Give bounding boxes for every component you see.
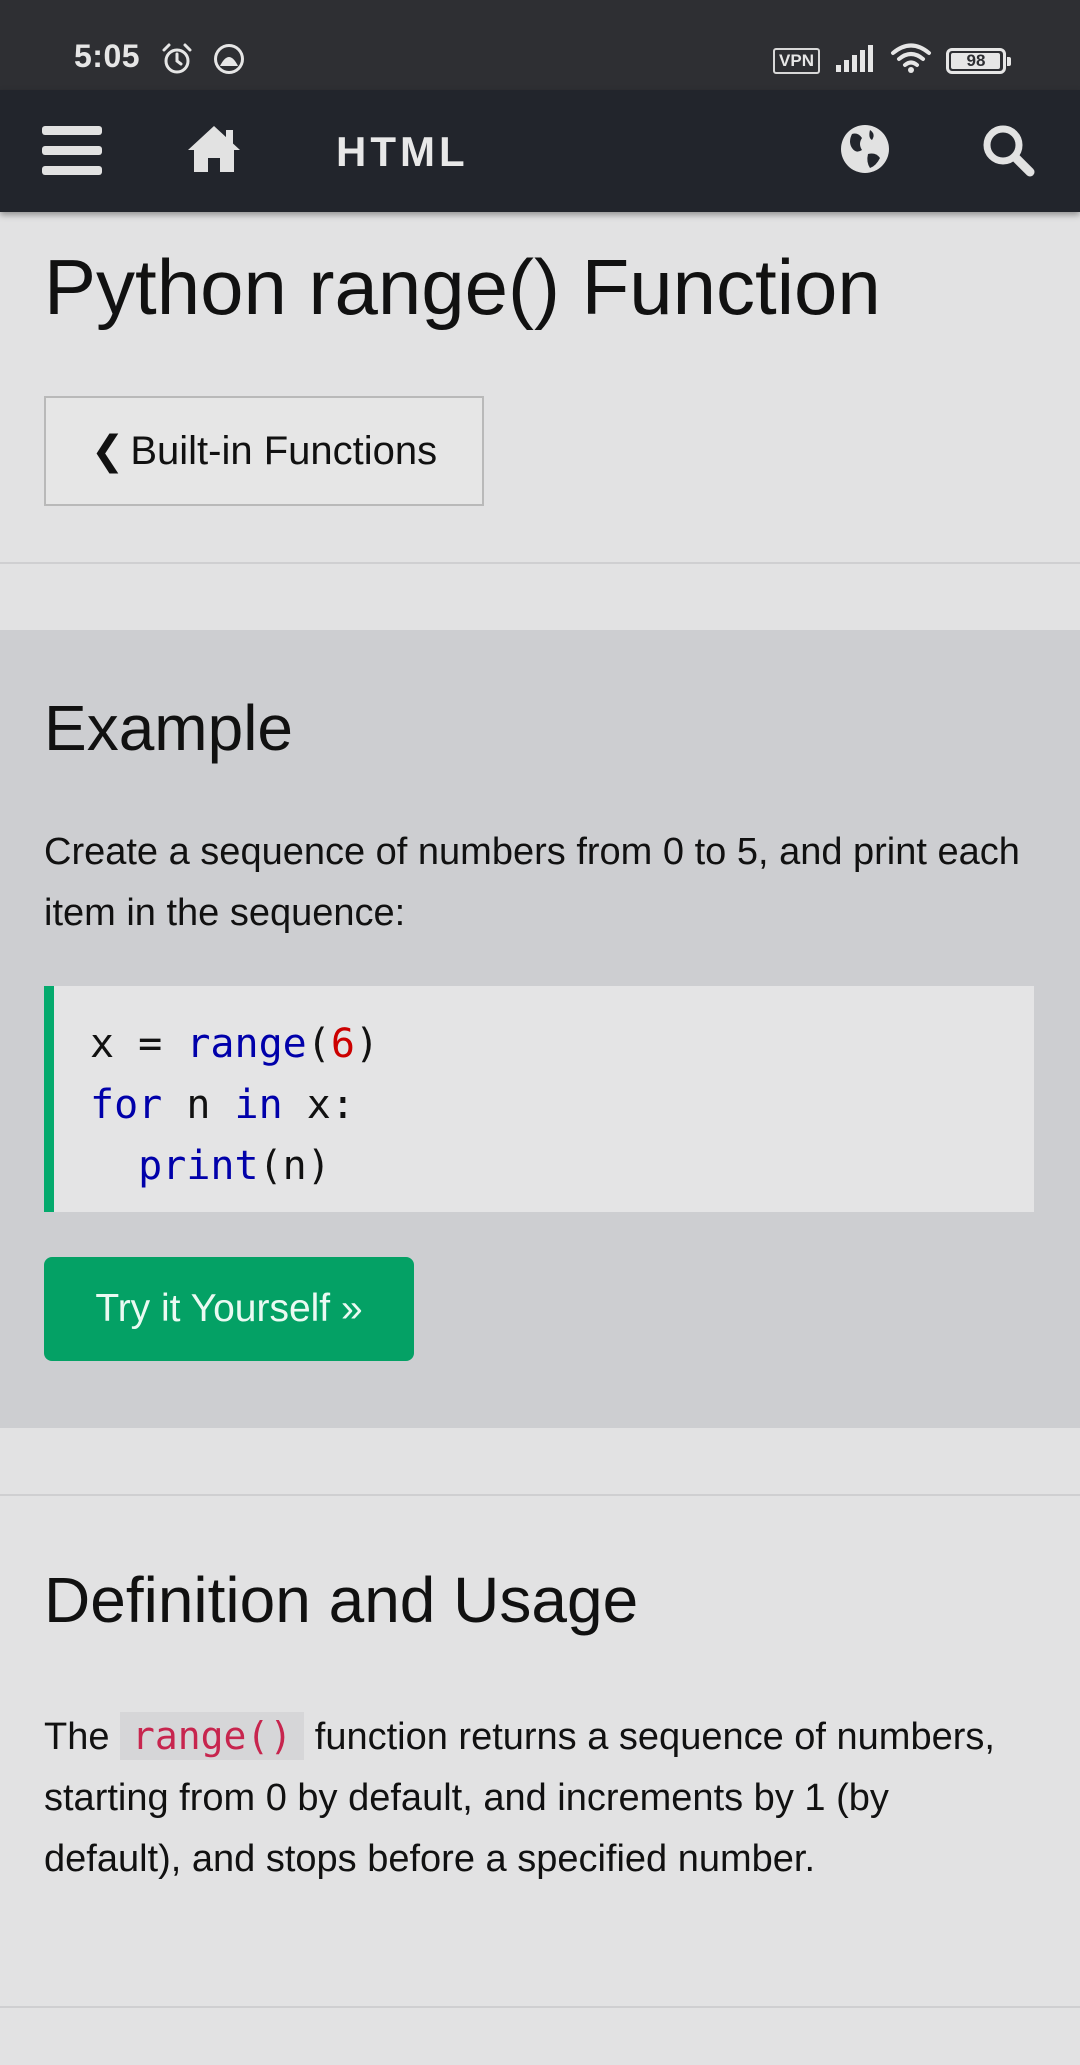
built-in-functions-button[interactable]: ❮ Built-in Functions: [44, 396, 484, 506]
code-line: x = range(6): [90, 1021, 380, 1067]
divider: [0, 1494, 1080, 1496]
nav-title[interactable]: HTML: [336, 128, 469, 176]
divider: [0, 562, 1080, 564]
battery-level: 98: [966, 50, 986, 70]
inline-code: range(): [120, 1712, 305, 1760]
code-block: x = range(6) for n in x: print(n): [44, 986, 1034, 1212]
chevron-left-icon: ❮: [90, 429, 125, 473]
code-line: print(n): [138, 1143, 331, 1189]
code-line: for n in x:: [90, 1082, 355, 1128]
page-title: Python range() Function: [44, 243, 881, 331]
definition-text: The range() function returns a sequence …: [44, 1712, 995, 1880]
status-time: 5:05: [74, 38, 141, 74]
signal-icon: [834, 43, 876, 78]
search-icon[interactable]: [980, 122, 1036, 183]
example-panel: Example Create a sequence of numbers fro…: [0, 630, 1080, 1428]
app-icon: [212, 42, 246, 81]
wifi-icon: [890, 42, 932, 79]
vpn-icon: VPN: [773, 47, 820, 74]
alarm-icon: [160, 42, 194, 81]
battery-icon: 98: [946, 47, 1011, 74]
example-heading: Example: [44, 692, 293, 764]
menu-icon[interactable]: [40, 124, 104, 183]
home-icon[interactable]: [184, 122, 244, 181]
status-bar: 5:05 VPN 98: [0, 0, 1080, 90]
top-nav-bar: HTML: [0, 90, 1080, 212]
example-description: Create a sequence of numbers from 0 to 5…: [44, 831, 1020, 934]
definition-heading: Definition and Usage: [44, 1564, 639, 1636]
back-button-label: Built-in Functions: [130, 428, 438, 473]
try-it-yourself-button[interactable]: Try it Yourself »: [44, 1257, 414, 1361]
divider: [0, 2006, 1080, 2008]
globe-icon[interactable]: [838, 122, 892, 181]
